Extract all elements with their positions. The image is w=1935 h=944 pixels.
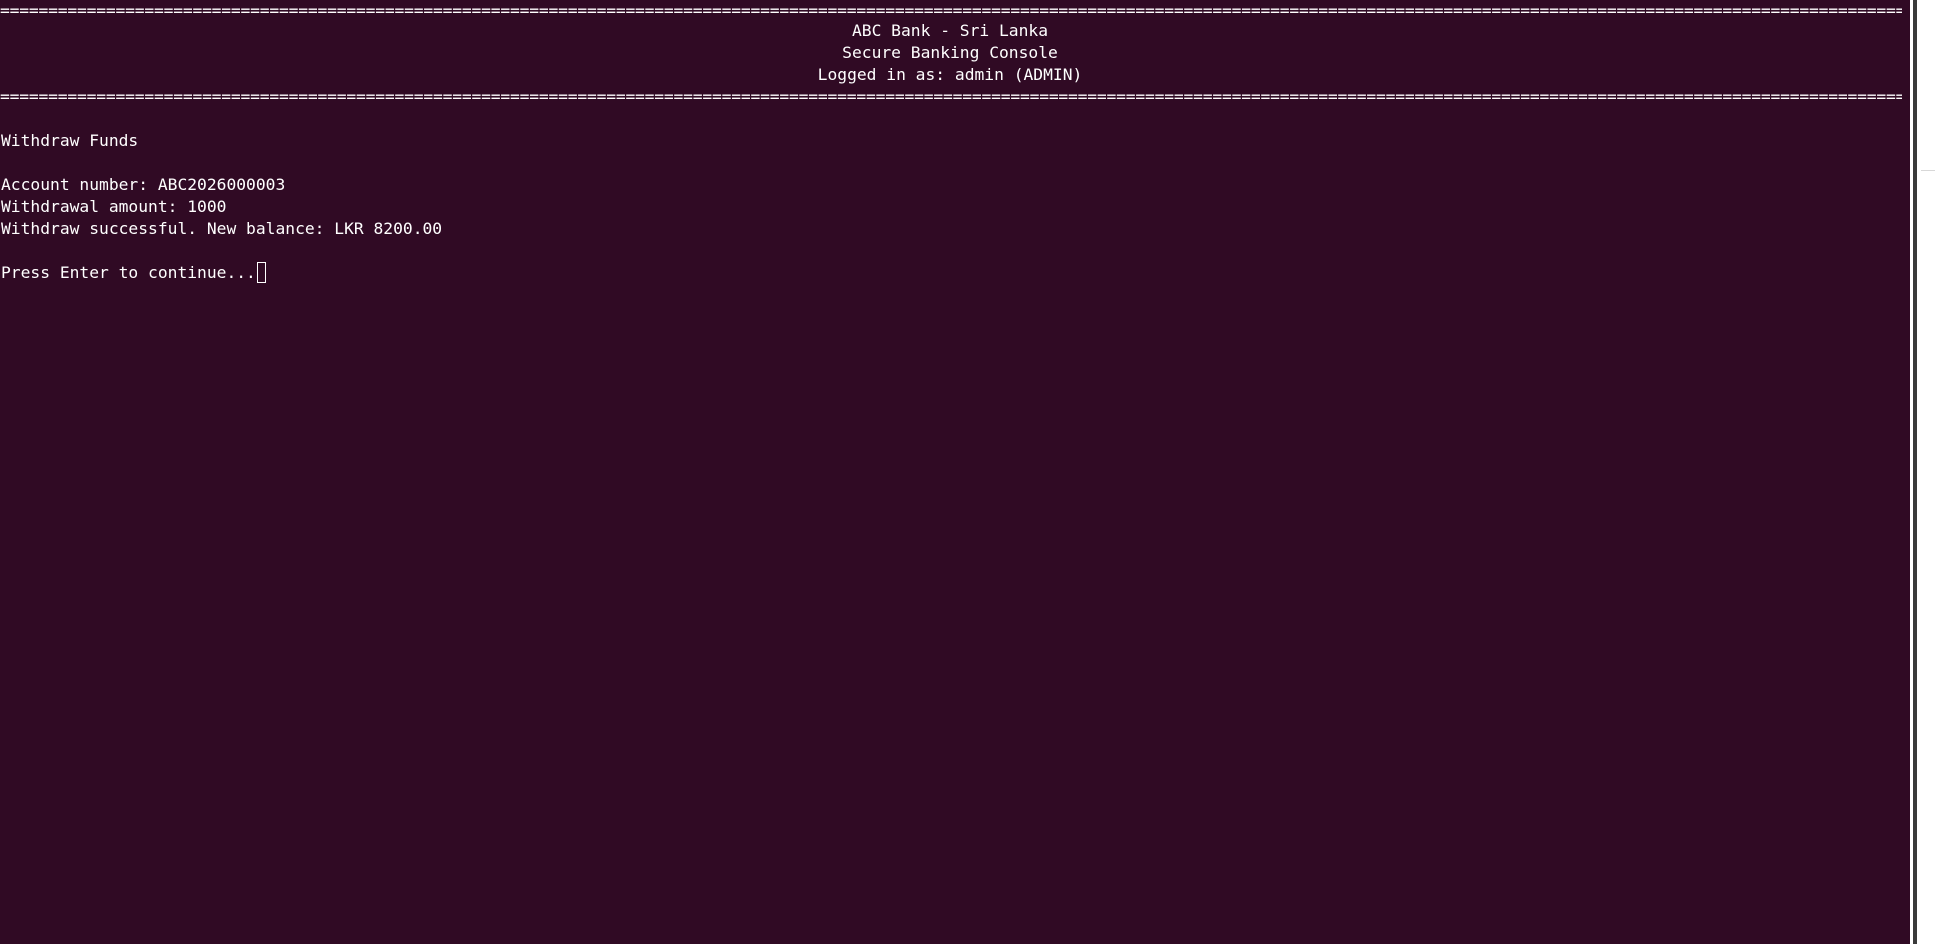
screen-title: Withdraw Funds <box>1 131 139 150</box>
login-status: Logged in as: admin (ADMIN) <box>817 65 1083 84</box>
side-divider <box>1921 170 1935 171</box>
terminal-window[interactable]: ========================================… <box>0 0 1910 944</box>
withdrawal-amount-line: Withdrawal amount: 1000 <box>1 197 227 216</box>
header-top-rule: ========================================… <box>0 1 1902 20</box>
continue-prompt: Press Enter to continue... <box>1 263 256 282</box>
continue-prompt-line[interactable]: Press Enter to continue... <box>1 262 266 284</box>
scrollbar-edge[interactable] <box>1913 0 1917 944</box>
withdraw-result-line: Withdraw successful. New balance: LKR 82… <box>1 219 443 238</box>
account-number-line: Account number: ABC2026000003 <box>1 175 286 194</box>
bank-title: ABC Bank - Sri Lanka <box>851 21 1049 40</box>
text-cursor[interactable] <box>256 262 266 283</box>
header-bottom-rule: ========================================… <box>0 87 1902 106</box>
console-subtitle: Secure Banking Console <box>842 43 1058 62</box>
